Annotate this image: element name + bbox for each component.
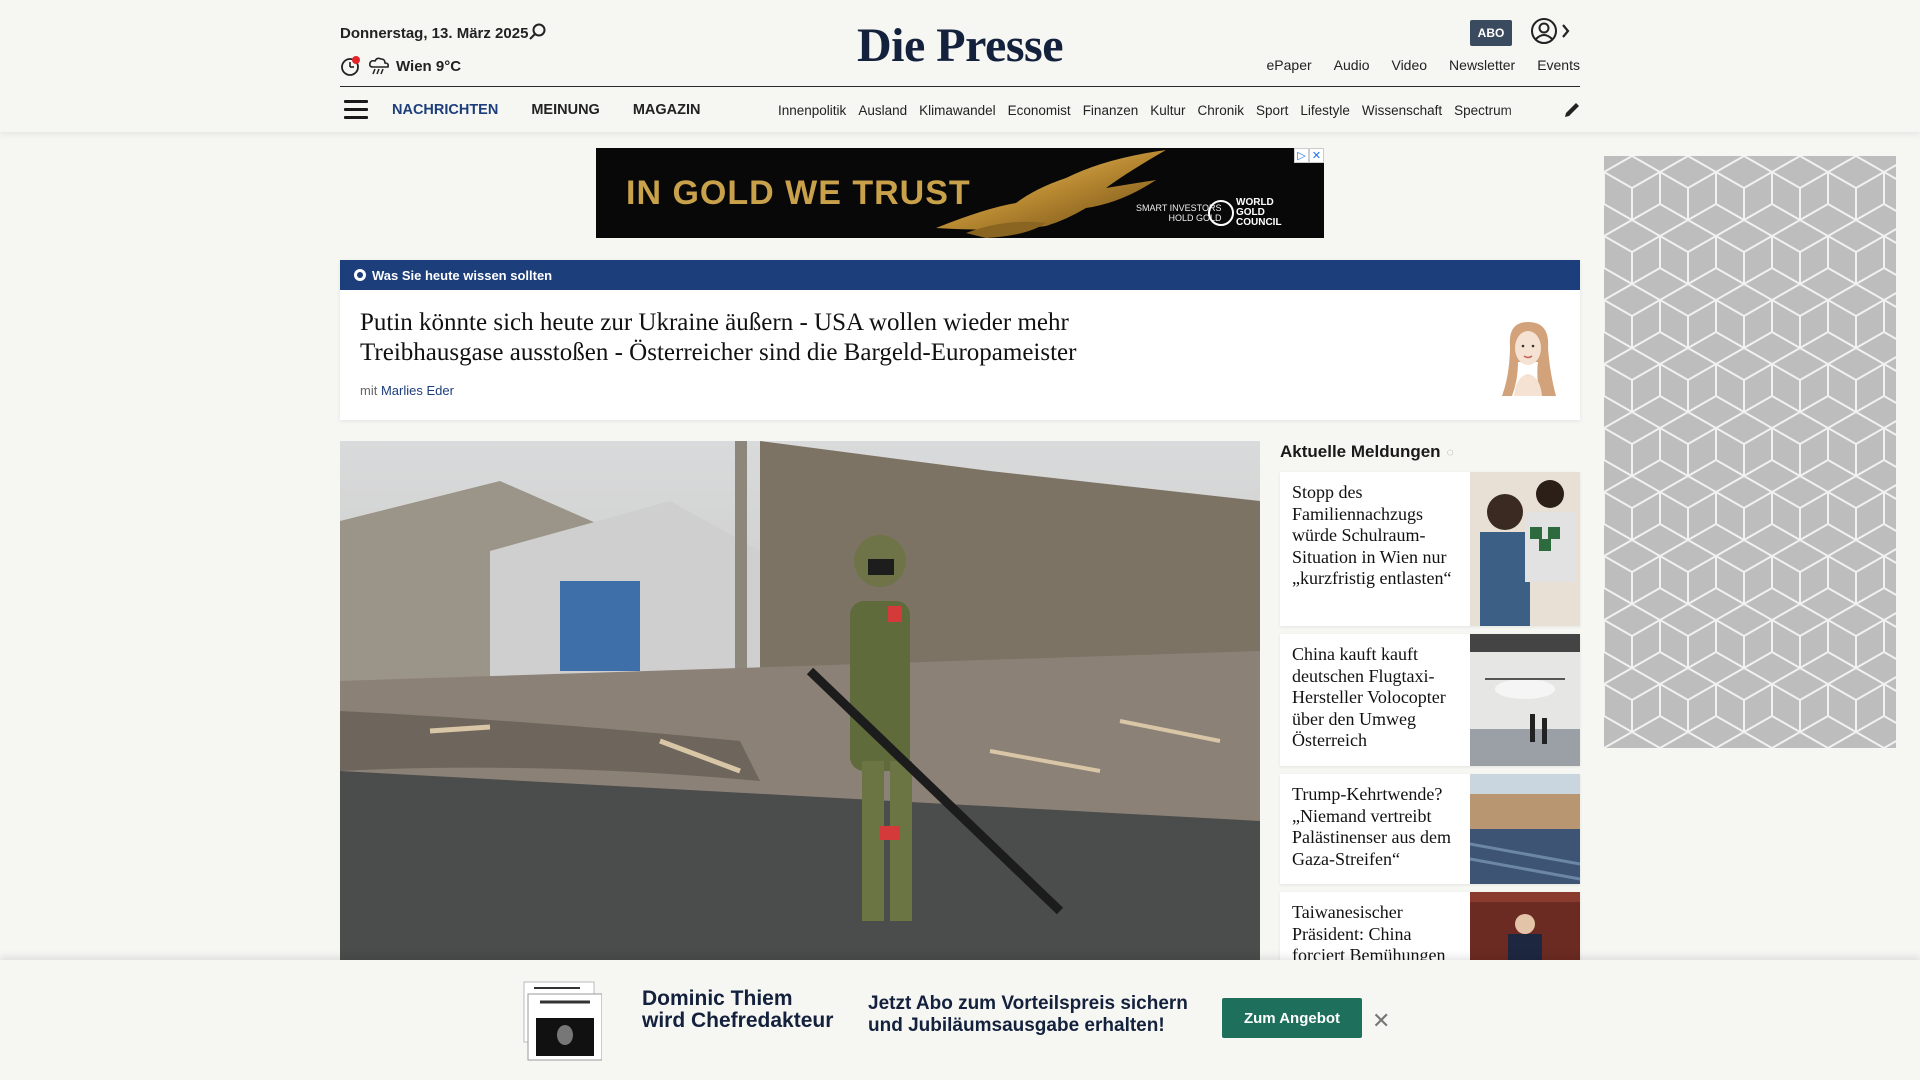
ad-controls: ▷ ✕ bbox=[1294, 148, 1324, 163]
subnav-wissenschaft[interactable]: Wissenschaft bbox=[1362, 103, 1442, 118]
side-advertisement[interactable] bbox=[1604, 156, 1896, 748]
briefing-author: mit Marlies Eder bbox=[360, 383, 454, 398]
promo-headline-line-2: wird Chefredakteur bbox=[642, 1009, 834, 1032]
ad-close-icon[interactable]: ✕ bbox=[1309, 148, 1324, 163]
link-epaper[interactable]: ePaper bbox=[1267, 57, 1312, 73]
account-button[interactable] bbox=[1530, 17, 1574, 52]
top-links: ePaper Audio Video Newsletter Events bbox=[1267, 57, 1580, 73]
ad-brand: WORLD GOLD COUNCIL bbox=[1236, 198, 1282, 228]
briefing-label: Was Sie heute wissen sollten bbox=[372, 267, 553, 283]
subnav-innenpolitik[interactable]: Innenpolitik bbox=[778, 103, 846, 118]
cube-pattern bbox=[1604, 156, 1896, 748]
live-dot-icon bbox=[354, 269, 366, 281]
ad-info-icon[interactable]: ▷ bbox=[1294, 148, 1309, 163]
subnav-spectrum[interactable]: Spectrum bbox=[1454, 103, 1512, 118]
briefing-bar: Was Sie heute wissen sollten bbox=[340, 260, 1580, 290]
ad-headline: IN GOLD WE TRUST bbox=[626, 174, 971, 212]
hero-photo bbox=[340, 441, 1260, 961]
site-header: Donnerstag, 13. März 2025 Wien 9°C Die P… bbox=[0, 0, 1920, 132]
subscription-promo-bar: Dominic Thiem wird Chefredakteur Jetzt A… bbox=[0, 960, 1920, 1080]
eagle-graphic bbox=[936, 150, 1166, 238]
link-events[interactable]: Events bbox=[1537, 57, 1580, 73]
hamburger-menu-icon[interactable] bbox=[344, 100, 368, 119]
hero-image[interactable] bbox=[340, 441, 1260, 961]
subnav-finanzen[interactable]: Finanzen bbox=[1083, 103, 1139, 118]
user-icon bbox=[1531, 18, 1570, 44]
news-item-thumbnail bbox=[1470, 634, 1580, 766]
header-divider bbox=[340, 86, 1580, 87]
subnav-economist[interactable]: Economist bbox=[1008, 103, 1071, 118]
news-item-thumbnail bbox=[1470, 472, 1580, 626]
tag-icon: ◌ bbox=[1446, 445, 1454, 459]
sub-nav: Innenpolitik Ausland Klimawandel Economi… bbox=[778, 103, 1542, 118]
promo-headline-line-1: Dominic Thiem bbox=[642, 987, 793, 1010]
news-item-text: Stopp des Familiennachzugs würde Schulra… bbox=[1292, 482, 1452, 588]
subnav-kultur[interactable]: Kultur bbox=[1150, 103, 1185, 118]
author-name[interactable]: Marlies Eder bbox=[381, 383, 454, 398]
ad-brand-line-3: COUNCIL bbox=[1236, 217, 1282, 228]
news-item[interactable]: Trump-Kehrtwende? „Niemand vertreibt Pal… bbox=[1280, 774, 1580, 884]
ad-brand-ring-icon bbox=[1208, 200, 1234, 226]
link-newsletter[interactable]: Newsletter bbox=[1449, 57, 1515, 73]
site-logo[interactable]: Die Presse bbox=[0, 18, 1920, 73]
briefing-headline[interactable]: Putin könnte sich heute zur Ukraine äuße… bbox=[360, 308, 1150, 368]
news-item-text: Trump-Kehrtwende? „Niemand vertreibt Pal… bbox=[1292, 784, 1451, 869]
news-item[interactable]: Stopp des Familiennachzugs würde Schulra… bbox=[1280, 472, 1580, 626]
news-item-text: China kauft kauft deutschen Flugtaxi-Her… bbox=[1292, 644, 1446, 750]
news-item-text: Taiwanesischer Präsident: China forciert… bbox=[1292, 902, 1446, 965]
subnav-klimawandel[interactable]: Klimawandel bbox=[919, 103, 996, 118]
link-video[interactable]: Video bbox=[1391, 57, 1427, 73]
promo-headline: Dominic Thiem wird Chefredakteur bbox=[642, 988, 833, 1032]
latest-news-label: Aktuelle Meldungen bbox=[1280, 442, 1441, 461]
top-advertisement[interactable]: IN GOLD WE TRUST SMART INVESTORS HOLD GO… bbox=[596, 148, 1324, 238]
nav-magazin[interactable]: MAGAZIN bbox=[633, 102, 701, 118]
abo-button[interactable]: ABO bbox=[1470, 20, 1512, 46]
newspaper-stack-icon bbox=[523, 981, 602, 1061]
pen-icon[interactable] bbox=[1562, 100, 1582, 120]
subnav-chronik[interactable]: Chronik bbox=[1198, 103, 1245, 118]
subnav-ausland[interactable]: Ausland bbox=[858, 103, 907, 118]
promo-offer-line-2: und Jubiläumsausgabe erhalten! bbox=[868, 1015, 1165, 1036]
close-icon[interactable]: ✕ bbox=[1372, 1008, 1390, 1034]
news-item-thumbnail bbox=[1470, 774, 1580, 884]
author-avatar bbox=[1502, 322, 1556, 396]
main-nav: NACHRICHTEN MEINUNG MAGAZIN bbox=[392, 102, 701, 118]
author-prefix: mit bbox=[360, 383, 378, 398]
nav-meinung[interactable]: MEINUNG bbox=[531, 102, 599, 118]
promo-offer-text: Jetzt Abo zum Vorteilspreis sichern und … bbox=[868, 993, 1188, 1037]
promo-offer-line-1: Jetzt Abo zum Vorteilspreis sichern bbox=[868, 993, 1188, 1014]
subnav-lifestyle[interactable]: Lifestyle bbox=[1300, 103, 1350, 118]
link-audio[interactable]: Audio bbox=[1334, 57, 1370, 73]
daily-briefing-card[interactable]: Was Sie heute wissen sollten Putin könnt… bbox=[340, 260, 1580, 420]
nav-nachrichten[interactable]: NACHRICHTEN bbox=[392, 102, 498, 118]
latest-news-title[interactable]: Aktuelle Meldungen ◌ bbox=[1280, 442, 1454, 462]
news-item[interactable]: China kauft kauft deutschen Flugtaxi-Her… bbox=[1280, 634, 1580, 766]
offer-button[interactable]: Zum Angebot bbox=[1222, 998, 1362, 1038]
subnav-sport[interactable]: Sport bbox=[1256, 103, 1288, 118]
